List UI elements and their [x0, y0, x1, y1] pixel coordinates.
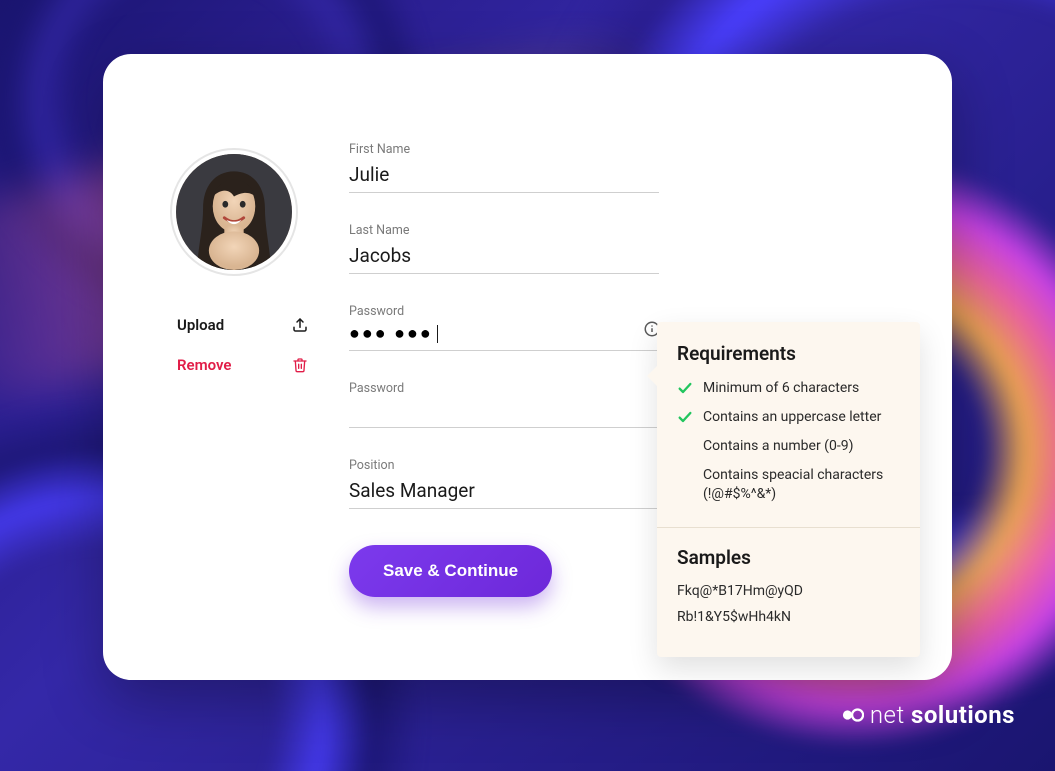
samples-title: Samples [677, 546, 900, 569]
upload-button[interactable]: Upload [177, 310, 309, 340]
requirement-item: Contains speacial characters (!@#$%^&*) [677, 466, 900, 504]
password-input[interactable]: ●●● ●●● [349, 323, 659, 351]
remove-button[interactable]: Remove [177, 350, 309, 380]
profile-card: Upload Remove [103, 54, 952, 680]
save-continue-button[interactable]: Save & Continue [349, 545, 552, 597]
brand-mark-icon [842, 704, 864, 726]
first-name-input[interactable] [349, 161, 659, 193]
last-name-field: Last Name [349, 223, 659, 274]
sample-password: Fkq@*B17Hm@yQD [677, 583, 900, 599]
password-confirm-input[interactable] [349, 400, 659, 428]
first-name-field: First Name [349, 142, 659, 193]
sample-password: Rb!1&Y5$wHh4kN [677, 609, 900, 625]
first-name-label: First Name [349, 142, 659, 157]
avatar-column: Upload Remove [159, 114, 309, 597]
upload-icon [291, 316, 309, 334]
requirements-panel: Requirements Minimum of 6 characters Con… [657, 322, 920, 657]
position-field: Position [349, 458, 659, 509]
avatar-image [176, 154, 292, 270]
requirement-item: Contains a number (0-9) [677, 437, 900, 456]
password-label: Password [349, 304, 659, 319]
upload-label: Upload [177, 316, 224, 334]
brand-logo: net solutions [842, 701, 1015, 729]
remove-label: Remove [177, 356, 232, 374]
position-label: Position [349, 458, 659, 473]
form-column: First Name Last Name Password ●●● ●●● [349, 114, 659, 597]
trash-icon [291, 356, 309, 374]
password-confirm-field: Password [349, 381, 659, 428]
check-icon [677, 380, 693, 396]
last-name-label: Last Name [349, 223, 659, 238]
last-name-input[interactable] [349, 242, 659, 274]
check-icon [677, 409, 693, 425]
position-input[interactable] [349, 477, 659, 509]
requirement-item: Contains an uppercase letter [677, 408, 900, 427]
requirements-title: Requirements [677, 342, 900, 365]
requirement-item: Minimum of 6 characters [677, 379, 900, 398]
password-confirm-label: Password [349, 381, 659, 396]
password-field: Password ●●● ●●● [349, 304, 659, 351]
avatar-frame [170, 148, 298, 276]
